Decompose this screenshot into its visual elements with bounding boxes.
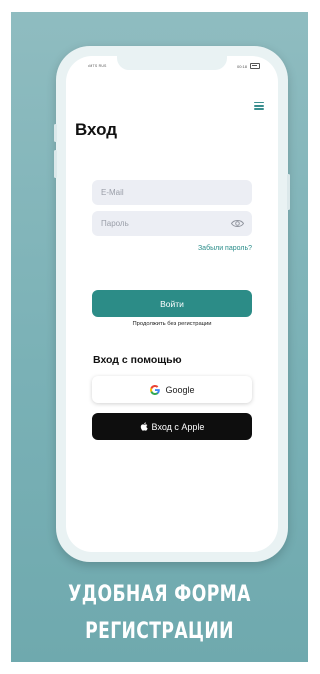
- caption-line-1: УДОБНАЯ ФОРМА: [68, 582, 251, 607]
- phone-side-button: [54, 124, 57, 142]
- menu-icon[interactable]: [254, 102, 264, 112]
- password-field[interactable]: Пароль: [92, 211, 252, 236]
- phone-volume-button: [54, 150, 57, 178]
- apple-login-button[interactable]: Вход с Apple: [92, 413, 252, 440]
- battery-icon: [250, 63, 260, 69]
- status-carrier: •MTS RUS: [88, 64, 107, 68]
- continue-without-registration-link[interactable]: Продолжить без регистрации: [66, 321, 278, 327]
- email-placeholder: E-Mail: [101, 188, 124, 197]
- google-button-label: Google: [165, 384, 195, 395]
- phone-mockup: •MTS RUS 00:18 Вход E-Mail Пароль Забыли…: [54, 46, 290, 562]
- caption-line-2: РЕГИСТРАЦИИ: [85, 619, 234, 644]
- phone-notch: [117, 56, 227, 70]
- forgot-password-link[interactable]: Забыли пароль?: [198, 245, 252, 252]
- google-icon: [150, 384, 161, 395]
- login-button[interactable]: Войти: [92, 290, 252, 317]
- login-button-label: Войти: [160, 298, 184, 309]
- phone-power-button: [287, 174, 290, 210]
- google-login-button[interactable]: Google: [92, 376, 252, 403]
- login-with-heading: Вход с помощью: [93, 354, 182, 366]
- app-screen: •MTS RUS 00:18 Вход E-Mail Пароль Забыли…: [66, 56, 278, 552]
- email-field[interactable]: E-Mail: [92, 180, 252, 205]
- page-title: Вход: [75, 120, 118, 139]
- apple-button-label: Вход с Apple: [151, 421, 205, 432]
- status-time: 00:18: [236, 63, 247, 69]
- eye-icon[interactable]: [231, 218, 244, 229]
- status-right: 00:18: [237, 63, 260, 69]
- apple-icon: [140, 422, 148, 431]
- password-placeholder: Пароль: [101, 219, 129, 228]
- promo-banner: •MTS RUS 00:18 Вход E-Mail Пароль Забыли…: [11, 12, 308, 662]
